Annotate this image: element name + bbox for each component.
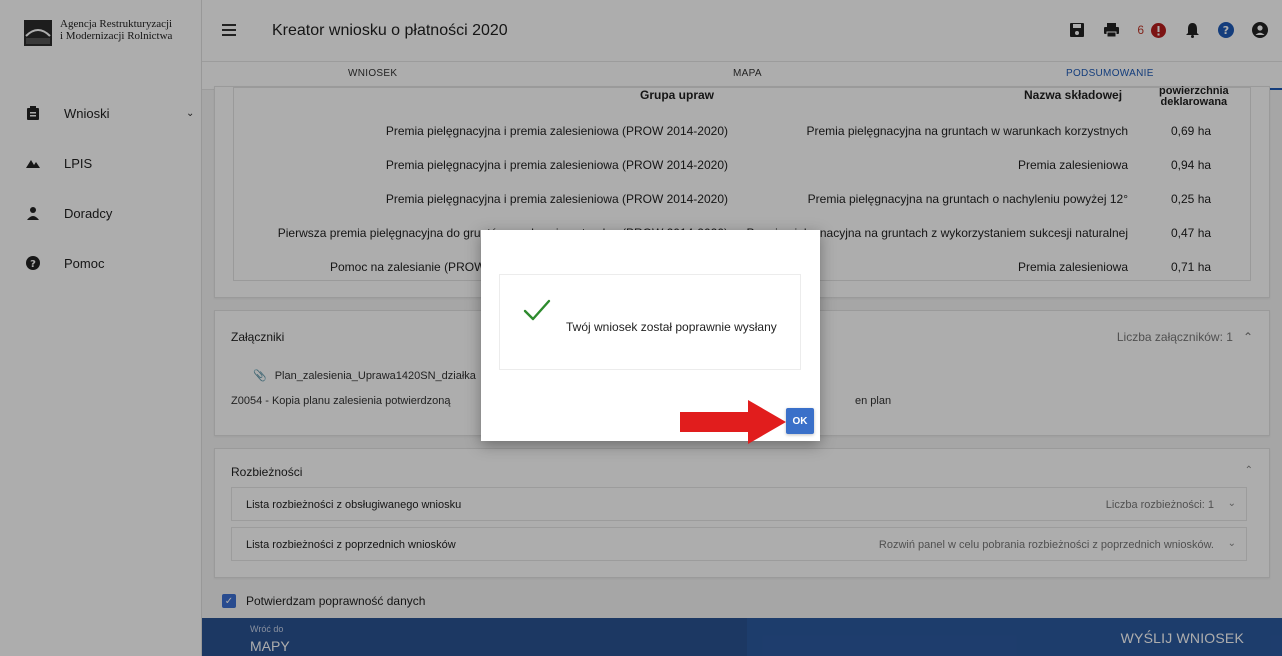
ok-button[interactable]: OK <box>786 408 814 434</box>
checkmark-icon <box>523 299 551 321</box>
dialog-message: Twój wniosek został poprawnie wysłany <box>566 320 777 334</box>
dialog-message-box: Twój wniosek został poprawnie wysłany <box>499 274 801 370</box>
red-arrow-annotation <box>680 400 786 444</box>
